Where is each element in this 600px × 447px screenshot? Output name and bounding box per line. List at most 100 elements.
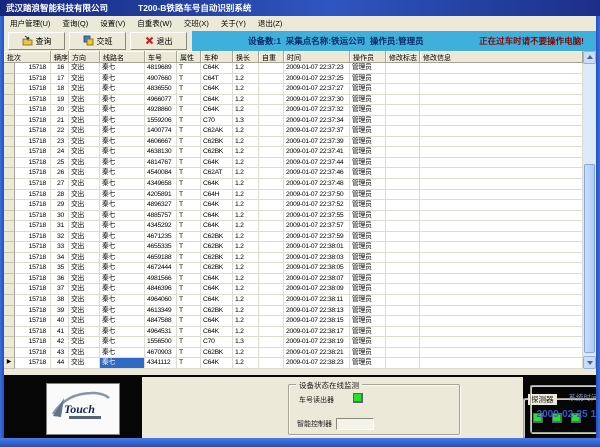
cell[interactable]: 管理员	[350, 316, 386, 327]
column-header[interactable]: 辆序	[51, 51, 69, 63]
cell[interactable]: 2009-01-07 22:37:41	[284, 147, 350, 158]
cell[interactable]: 1.2	[233, 84, 259, 95]
cell[interactable]: 1.2	[233, 158, 259, 169]
cell[interactable]: 1.2	[233, 221, 259, 232]
cell[interactable]: 15718	[15, 84, 51, 95]
cell[interactable]	[259, 295, 284, 306]
cell[interactable]	[420, 116, 583, 127]
cell[interactable]: 4345292	[145, 221, 177, 232]
cell[interactable]	[386, 84, 420, 95]
cell[interactable]: 交出	[69, 63, 100, 74]
cell[interactable]: 2009-01-07 22:38:13	[284, 306, 350, 317]
cell[interactable]: 管理员	[350, 126, 386, 137]
cell[interactable]: 15718	[15, 306, 51, 317]
cell[interactable]: C62BK	[201, 242, 233, 253]
record-selector[interactable]	[4, 284, 15, 295]
cell[interactable]	[259, 137, 284, 148]
cell[interactable]: T	[177, 158, 201, 169]
cell[interactable]: 22	[51, 126, 69, 137]
toolbar-button-退出[interactable]: 退出	[130, 32, 187, 50]
cell[interactable]: 秦七	[100, 168, 145, 179]
cell[interactable]	[259, 253, 284, 264]
column-header[interactable]: 修改标志	[386, 51, 420, 63]
cell[interactable]	[259, 63, 284, 74]
cell[interactable]: 2009-01-07 22:38:09	[284, 284, 350, 295]
cell[interactable]: 27	[51, 179, 69, 190]
cell[interactable]: 管理员	[350, 211, 386, 222]
cell[interactable]: 15718	[15, 158, 51, 169]
cell[interactable]: 管理员	[350, 284, 386, 295]
cell[interactable]: T	[177, 316, 201, 327]
record-selector[interactable]	[4, 179, 15, 190]
cell[interactable]	[259, 147, 284, 158]
record-selector[interactable]	[4, 348, 15, 359]
cell[interactable]: 秦七	[100, 263, 145, 274]
cell[interactable]: T	[177, 232, 201, 243]
cell[interactable]: 秦七	[100, 348, 145, 359]
cell[interactable]: 管理员	[350, 147, 386, 158]
column-header[interactable]: 属性	[177, 51, 201, 63]
cell[interactable]: 管理员	[350, 74, 386, 85]
cell[interactable]: 35	[51, 263, 69, 274]
cell[interactable]: 秦七	[100, 126, 145, 137]
cell[interactable]: 15718	[15, 200, 51, 211]
cell[interactable]: 43	[51, 348, 69, 359]
record-selector[interactable]	[4, 221, 15, 232]
cell[interactable]: 管理员	[350, 263, 386, 274]
cell[interactable]: 15718	[15, 105, 51, 116]
cell[interactable]: 4613349	[145, 306, 177, 317]
cell[interactable]	[386, 105, 420, 116]
cell[interactable]: 1.2	[233, 179, 259, 190]
cell[interactable]: 秦七	[100, 232, 145, 243]
record-selector[interactable]	[4, 316, 15, 327]
cell[interactable]: 管理员	[350, 105, 386, 116]
column-header[interactable]: 时间	[284, 51, 350, 63]
cell[interactable]: 29	[51, 200, 69, 211]
cell[interactable]: 1.2	[233, 95, 259, 106]
cell[interactable]	[420, 211, 583, 222]
cell[interactable]: 4540084	[145, 168, 177, 179]
cell[interactable]: 交出	[69, 211, 100, 222]
cell[interactable]: C64K	[201, 95, 233, 106]
cell[interactable]: 交出	[69, 179, 100, 190]
cell[interactable]: 交出	[69, 337, 100, 348]
cell[interactable]: 交出	[69, 158, 100, 169]
cell[interactable]	[420, 306, 583, 317]
cell[interactable]	[259, 306, 284, 317]
cell[interactable]: 1400774	[145, 126, 177, 137]
vertical-scrollbar[interactable]	[583, 51, 596, 369]
cell[interactable]: 管理员	[350, 168, 386, 179]
cell[interactable]: 15718	[15, 63, 51, 74]
cell[interactable]: 1556500	[145, 337, 177, 348]
cell[interactable]: 23	[51, 137, 69, 148]
menu-item[interactable]: 自重表(W)	[131, 18, 178, 29]
cell[interactable]: T	[177, 105, 201, 116]
cell[interactable]: 1.2	[233, 190, 259, 201]
cell[interactable]: 2009-01-07 22:37:52	[284, 200, 350, 211]
cell[interactable]: 秦七	[100, 200, 145, 211]
record-selector[interactable]	[4, 105, 15, 116]
column-header[interactable]: 自重	[259, 51, 284, 63]
cell[interactable]: T	[177, 137, 201, 148]
cell[interactable]: 4847588	[145, 316, 177, 327]
cell[interactable]	[420, 242, 583, 253]
cell[interactable]: 秦七	[100, 63, 145, 74]
cell[interactable]: 交出	[69, 116, 100, 127]
cell[interactable]: 1.2	[233, 274, 259, 285]
cell[interactable]: 2009-01-07 22:37:57	[284, 221, 350, 232]
cell[interactable]: C64K	[201, 221, 233, 232]
cell[interactable]: T	[177, 179, 201, 190]
cell[interactable]: T	[177, 74, 201, 85]
cell[interactable]	[420, 190, 583, 201]
cell[interactable]: T	[177, 211, 201, 222]
cell[interactable]: 4655335	[145, 242, 177, 253]
cell[interactable]: 管理员	[350, 190, 386, 201]
cell[interactable]: 交出	[69, 327, 100, 338]
cell[interactable]	[420, 84, 583, 95]
cell[interactable]: 31	[51, 221, 69, 232]
cell[interactable]: C70	[201, 116, 233, 127]
scrollbar-thumb[interactable]	[584, 164, 595, 353]
cell[interactable]	[420, 274, 583, 285]
record-selector[interactable]	[4, 306, 15, 317]
cell[interactable]	[386, 168, 420, 179]
